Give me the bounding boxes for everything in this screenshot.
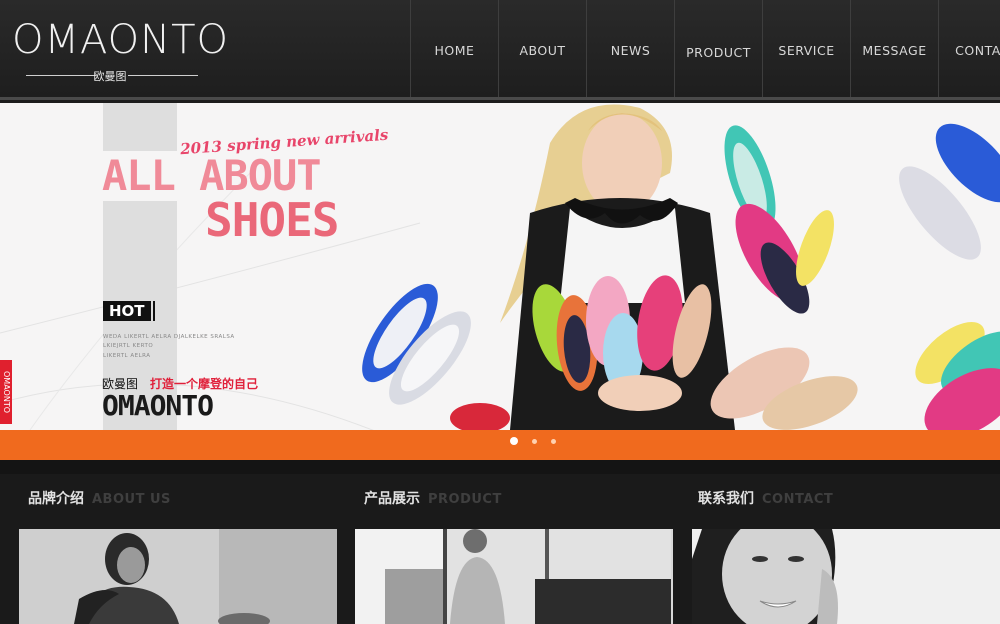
section-about-title-cn: 品牌介绍 (28, 491, 84, 507)
nav-contact-label: CONTAC (955, 42, 1000, 58)
hot-badge: HOT (103, 301, 151, 321)
nav-about[interactable]: ABOUT (498, 0, 586, 97)
hot-badge-bars (149, 301, 155, 321)
slider-dot-3[interactable] (551, 438, 556, 444)
section-product: 产品展示 PRODUCT (364, 488, 682, 518)
nav-contact[interactable]: CONTAC (938, 0, 1000, 97)
banner-photo-model-shoes (362, 104, 1000, 430)
nav-message-label: MESSAGE (862, 42, 927, 58)
nav-about-label: ABOUT (519, 42, 566, 58)
logo-subtitle-text: 欧曼图 (93, 70, 127, 83)
section-about-title[interactable]: 品牌介绍 ABOUT US (28, 488, 346, 518)
banner-grey-block-top (103, 103, 177, 151)
logo-subtitle: 欧曼图 (12, 68, 208, 83)
about-photo (19, 529, 337, 624)
section-product-image[interactable] (355, 529, 673, 624)
section-product-title-cn: 产品展示 (364, 491, 420, 507)
main-nav: HOME ABOUT NEWS PRODUCT SERVICE MESSAGE … (410, 0, 1000, 97)
section-about-title-en: ABOUT US (92, 492, 171, 507)
contact-photo (692, 529, 1000, 624)
nav-product-label: PRODUCT (686, 44, 751, 60)
section-product-title-en: PRODUCT (428, 492, 502, 507)
hero-banner[interactable]: 2013 spring new arrivals ALL ABOUT SHOES… (0, 103, 1000, 430)
section-contact-title[interactable]: 联系我们 CONTACT (698, 488, 1000, 518)
nav-service[interactable]: SERVICE (762, 0, 850, 97)
nav-news-label: NEWS (610, 42, 651, 58)
nav-news[interactable]: NEWS (586, 0, 674, 97)
slider-dots (510, 437, 556, 445)
section-contact: 联系我们 CONTACT (698, 488, 1000, 518)
banner-small-text-1: WEDA LIKERTL AELRA DJALKELKE SRALSA (103, 334, 235, 340)
section-contact-image[interactable] (692, 529, 1000, 624)
section-contact-title-cn: 联系我们 (698, 491, 754, 507)
site-logo[interactable]: OMAONTO 欧曼图 (12, 17, 229, 83)
section-contact-title-en: CONTACT (762, 492, 834, 507)
slider-dot-1[interactable] (510, 437, 518, 445)
product-photo (355, 529, 671, 624)
banner-brand-wordmark: OMAONTO (102, 389, 214, 422)
banner-small-text-3: LIKERTL AELRA (103, 353, 151, 359)
nav-home-label: HOME (434, 42, 475, 58)
section-about-image[interactable] (19, 529, 337, 624)
nav-service-label: SERVICE (778, 42, 835, 58)
side-brand-tab[interactable]: OMAONTO (0, 360, 12, 424)
slider-bar (0, 430, 1000, 460)
nav-home[interactable]: HOME (410, 0, 498, 97)
slider-dot-2[interactable] (532, 438, 537, 444)
site-header: OMAONTO 欧曼图 HOME ABOUT NEWS PRODUCT SERV… (0, 0, 1000, 100)
logo-text: OMAONTO (12, 17, 229, 63)
section-about: 品牌介绍 ABOUT US (28, 488, 346, 518)
banner-small-text-2: LKIEJRTL KERTO (103, 343, 154, 349)
banner-headline-2: SHOES (205, 193, 339, 247)
section-product-title[interactable]: 产品展示 PRODUCT (364, 488, 682, 518)
nav-message[interactable]: MESSAGE (850, 0, 938, 97)
nav-product[interactable]: PRODUCT (674, 0, 762, 97)
